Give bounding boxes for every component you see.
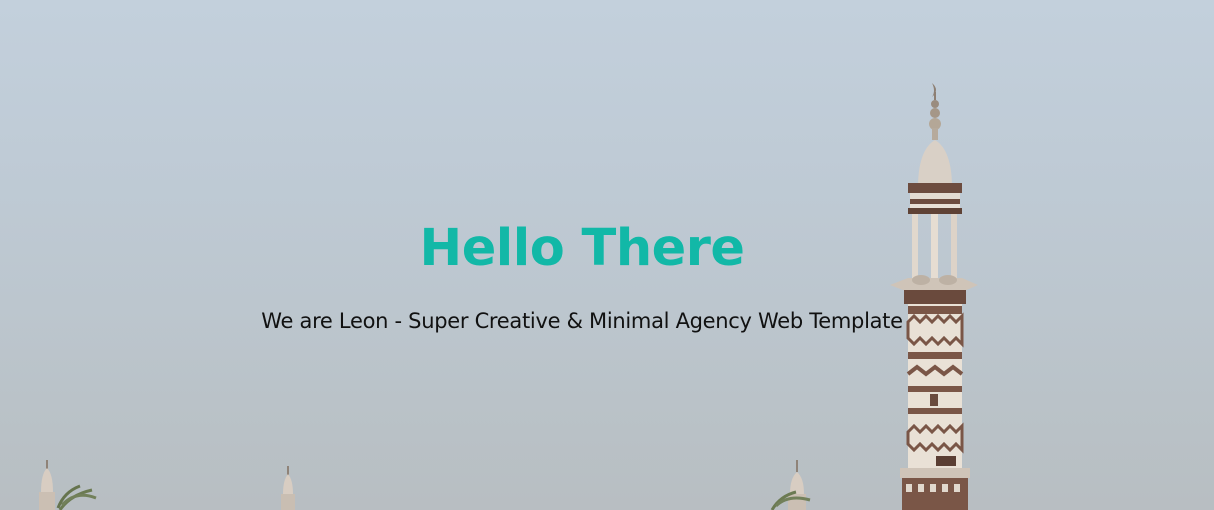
distant-minaret-center [281,466,295,510]
hero-title: Hello There [419,219,745,278]
hero-section: Hello There We are Leon - Super Creative… [0,0,1214,510]
distant-minaret-left [39,460,55,510]
main-minaret [890,83,978,510]
hero-subtitle: We are Leon - Super Creative & Minimal A… [261,309,903,333]
palm-left [56,484,97,510]
distant-minaret-right [770,460,811,510]
